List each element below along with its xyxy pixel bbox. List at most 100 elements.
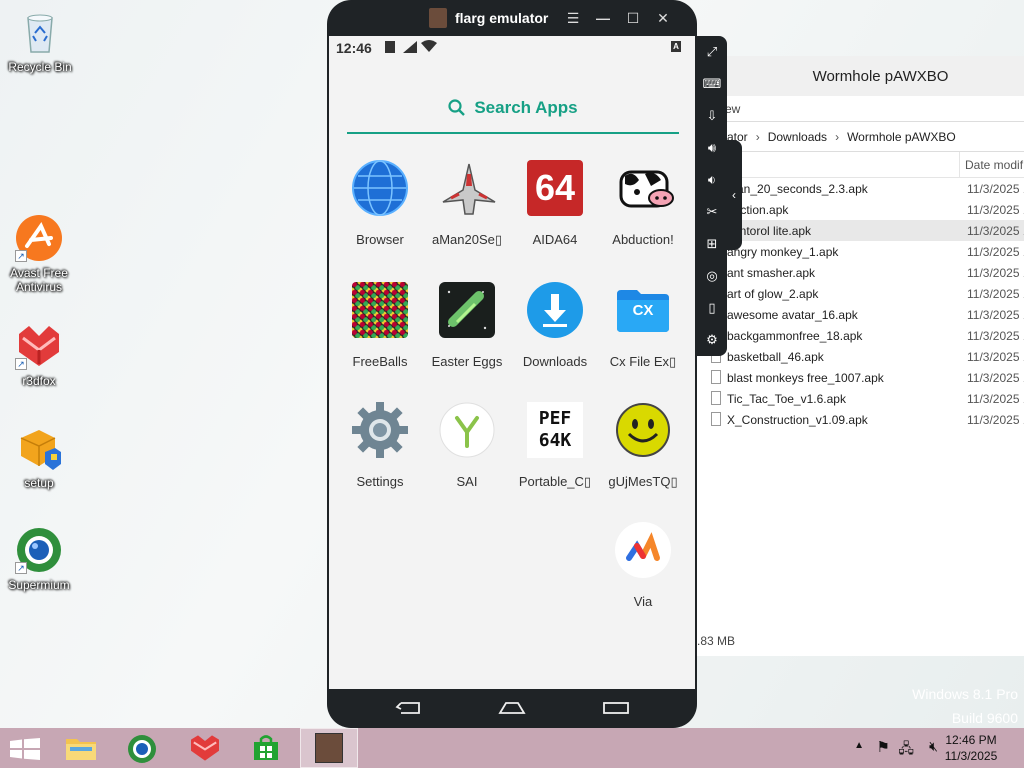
browser-globe-icon	[352, 160, 408, 216]
taskbar-file-explorer[interactable]	[52, 728, 110, 768]
file-row[interactable]: art of glow_2.apk 11/3/2025 1	[697, 283, 1024, 304]
app-gujmestq[interactable]: gUjMesTQ▯	[599, 402, 687, 490]
app-cx-file-explorer[interactable]: CX Cx File Ex▯	[599, 282, 687, 370]
window-title: Wormhole pAWXBO	[812, 67, 949, 85]
app-sai[interactable]: SAI	[423, 402, 511, 489]
explorer-titlebar[interactable]: Wormhole pAWXBO	[697, 56, 1024, 96]
file-explorer-window[interactable]: Wormhole pAWXBO ew ator › Downloads › Wo…	[696, 56, 1024, 656]
taskbar-supermium[interactable]	[114, 728, 172, 768]
desktop-icon-avast[interactable]: ↗ Avast Free Antivirus	[1, 214, 77, 294]
desktop-icon-setup[interactable]: setup	[1, 424, 77, 490]
back-icon[interactable]	[395, 699, 421, 717]
file-row[interactable]: basketball_46.apk 11/3/2025 1	[697, 346, 1024, 367]
emulator-logo-icon	[429, 8, 447, 28]
taskbar-clock[interactable]: 12:46 PM 11/3/2025	[936, 732, 1006, 764]
emulator-titlebar[interactable]: flarg emulator ☰ — ☐ ✕	[327, 0, 697, 36]
file-name: ant smasher.apk	[727, 266, 816, 280]
file-row[interactable]: angry monkey_1.apk 11/3/2025 1	[697, 241, 1024, 262]
app-settings[interactable]: Settings	[336, 402, 424, 489]
home-icon[interactable]	[498, 699, 526, 717]
volume-up-icon[interactable]: 🔊︎	[702, 138, 722, 158]
ribbon-tab-view[interactable]: ew	[697, 96, 1024, 122]
settings-icon[interactable]: ⚙	[702, 330, 722, 350]
file-name: angry monkey_1.apk	[727, 245, 839, 259]
app-label: aMan20Se▯	[431, 232, 503, 247]
install-apk-icon[interactable]: ⇩	[702, 106, 722, 126]
app-aman20seconds[interactable]: aMan20Se▯	[423, 160, 511, 248]
file-name: man_20_seconds_2.3.apk	[727, 182, 868, 196]
taskbar-flarg-emulator[interactable]	[300, 728, 358, 768]
breadcrumb[interactable]: ator › Downloads › Wormhole pAWXBO	[697, 122, 1024, 152]
store-icon	[254, 735, 278, 760]
minimize-icon[interactable]: —	[593, 8, 613, 28]
file-row[interactable]: ant smasher.apk 11/3/2025 1	[697, 262, 1024, 283]
watermark-build: Build 9600	[951, 710, 1018, 726]
desktop-icon-supermium[interactable]: ↗ Supermium	[1, 526, 77, 592]
file-icon	[711, 370, 721, 384]
settings-gear-icon	[352, 402, 408, 458]
fullscreen-icon[interactable]: ⤢	[702, 42, 722, 62]
shake-icon[interactable]: ▯	[702, 298, 722, 318]
location-icon[interactable]: ◎	[702, 266, 722, 286]
app-label: gUjMesTQ▯	[608, 474, 678, 489]
breadcrumb-item[interactable]: Downloads	[768, 122, 827, 151]
chevron-right-icon: ›	[835, 130, 840, 144]
app-label: Cx File Ex▯	[609, 354, 677, 369]
search-apps-bar[interactable]: Search Apps	[347, 84, 679, 134]
download-icon	[527, 282, 583, 338]
scissors-icon[interactable]: ✂	[702, 202, 722, 222]
status-time: 12:46	[336, 40, 372, 56]
app-aida64[interactable]: 64 AIDA64	[511, 160, 599, 247]
app-label: Easter Eggs	[431, 354, 503, 369]
file-row[interactable]: X_Construction_v1.09.apk 11/3/2025 1	[697, 409, 1024, 430]
taskbar-store[interactable]	[238, 728, 296, 768]
file-row[interactable]: awesome avatar_16.apk 11/3/2025 1	[697, 304, 1024, 325]
column-header-date[interactable]: Date modif	[965, 158, 1023, 172]
maximize-icon[interactable]: ☐	[623, 8, 643, 28]
file-row[interactable]: backgammonfree_18.apk 11/3/2025 1	[697, 325, 1024, 346]
breadcrumb-item[interactable]: Wormhole pAWXBO	[847, 122, 956, 151]
action-center-flag-icon[interactable]: ⚑	[877, 738, 890, 756]
signal-icon	[403, 41, 417, 53]
recents-icon[interactable]	[602, 699, 630, 717]
file-row[interactable]: duction.apk 11/3/2025 1	[697, 199, 1024, 220]
taskbar-r3dfox[interactable]	[176, 728, 234, 768]
file-date: 11/3/2025 1	[967, 224, 1024, 238]
start-windows-icon[interactable]	[10, 738, 40, 760]
app-portable-c[interactable]: PEF 64K Portable_C▯	[511, 402, 599, 490]
r3dfox-icon: ↗	[15, 322, 63, 370]
app-abduction[interactable]: Abduction!	[599, 160, 687, 247]
app-label: Browser	[356, 232, 404, 247]
show-hidden-icons-icon[interactable]: ▲	[854, 740, 864, 751]
app-easter-eggs[interactable]: Easter Eggs	[423, 282, 511, 369]
watermark-edition: Windows 8.1 Pro	[912, 686, 1018, 702]
file-row[interactable]: Tic_Tac_Toe_v1.6.apk 11/3/2025 1	[697, 388, 1024, 409]
file-row[interactable]: blast monkeys free_1007.apk 11/3/2025 1	[697, 367, 1024, 388]
menu-icon[interactable]: ☰	[563, 8, 583, 28]
android-screen[interactable]: 12:46 A Search Apps Browser aMan20Se▯ 64	[329, 36, 695, 689]
emulator-title: flarg emulator	[455, 10, 549, 26]
portable-logo-line-1: PEF	[538, 408, 572, 429]
app-browser[interactable]: Browser	[336, 160, 424, 247]
add-window-icon[interactable]: ⊞	[702, 234, 722, 254]
app-via[interactable]: Via	[599, 522, 687, 609]
close-icon[interactable]: ✕	[653, 8, 673, 28]
sai-icon	[439, 402, 495, 458]
emulator-side-toolbar: ⤢ ⌨ ⇩ 🔊︎ 🔉︎ ✂ ⊞ ◎ ▯ ⚙	[697, 36, 727, 356]
app-freeballs[interactable]: FreeBalls	[336, 282, 424, 369]
emulator-window[interactable]: flarg emulator ☰ — ☐ ✕ 12:46 A Search Ap…	[327, 0, 697, 728]
collapse-sidebar-icon[interactable]: ‹	[726, 140, 742, 250]
file-row[interactable]: contorol lite.apk 11/3/2025 1	[697, 220, 1024, 241]
desktop-icon-recycle-bin[interactable]: Recycle Bin	[2, 8, 78, 74]
network-icon[interactable]: 🖧︎	[898, 738, 914, 762]
desktop-icon-r3dfox[interactable]: ↗ r3dfox	[1, 322, 77, 388]
android-status-bar: 12:46 A	[329, 36, 695, 60]
keyboard-icon[interactable]: ⌨	[702, 74, 722, 94]
volume-down-icon[interactable]: 🔉︎	[702, 170, 722, 190]
cow-icon	[615, 160, 674, 216]
app-downloads[interactable]: Downloads	[511, 282, 599, 369]
column-divider[interactable]	[959, 152, 960, 177]
battery-icon	[385, 41, 395, 53]
file-date: 11/3/2025 1	[967, 350, 1024, 364]
file-row[interactable]: man_20_seconds_2.3.apk 11/3/2025 1	[697, 178, 1024, 199]
